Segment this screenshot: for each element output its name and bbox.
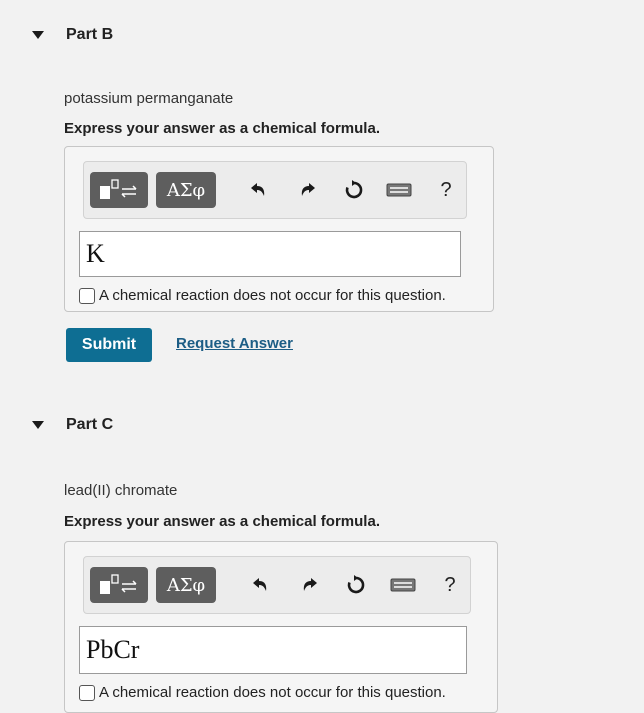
redo-button[interactable] — [294, 176, 322, 204]
part-c-answer-box: ΑΣφ ? PbCr A chemical reaction does not … — [64, 541, 498, 713]
part-b-instruction: Express your answer as a chemical formul… — [64, 120, 380, 137]
part-b-formula-input[interactable]: K — [79, 231, 461, 277]
caret-down-icon[interactable] — [32, 31, 44, 39]
reset-button[interactable] — [340, 176, 368, 204]
part-b-toolbar: ΑΣφ ? — [83, 161, 467, 219]
part-c-title: Part C — [66, 416, 114, 433]
request-answer-link[interactable]: Request Answer — [176, 335, 293, 352]
help-button[interactable]: ? — [432, 176, 460, 204]
part-c-toolbar: ΑΣφ ? — [83, 556, 471, 614]
undo-button[interactable] — [246, 571, 274, 599]
part-b-no-reaction-option[interactable]: A chemical reaction does not occur for t… — [79, 287, 446, 304]
greek-symbols-button[interactable]: ΑΣφ — [156, 567, 216, 603]
greek-symbols-label: ΑΣφ — [166, 574, 206, 596]
keyboard-icon — [390, 578, 416, 592]
reset-icon — [347, 575, 365, 594]
caret-down-icon[interactable] — [32, 421, 44, 429]
help-button[interactable]: ? — [436, 571, 464, 599]
undo-icon — [251, 183, 265, 196]
keyboard-button[interactable] — [384, 176, 414, 204]
part-b-formula-value: K — [86, 239, 105, 268]
part-c-instruction: Express your answer as a chemical formul… — [64, 513, 380, 530]
templates-icon — [100, 179, 137, 199]
templates-icon — [100, 574, 137, 594]
no-reaction-label: A chemical reaction does not occur for t… — [99, 287, 446, 304]
part-b-header[interactable]: Part B — [32, 26, 113, 44]
templates-button[interactable] — [90, 172, 148, 208]
no-reaction-checkbox[interactable] — [79, 287, 95, 304]
part-b-compound: potassium permanganate — [64, 90, 234, 107]
no-reaction-label: A chemical reaction does not occur for t… — [99, 684, 446, 701]
no-reaction-checkbox[interactable] — [79, 684, 95, 701]
redo-button[interactable] — [296, 571, 324, 599]
part-b-title: Part B — [66, 26, 114, 43]
help-icon: ? — [440, 178, 452, 201]
part-b-answer-box: ΑΣφ ? K A chemical reaction does not occ… — [64, 146, 494, 312]
templates-button[interactable] — [90, 567, 148, 603]
greek-symbols-label: ΑΣφ — [166, 179, 206, 201]
part-c-no-reaction-option[interactable]: A chemical reaction does not occur for t… — [79, 684, 446, 701]
submit-button[interactable]: Submit — [66, 328, 152, 362]
reset-button[interactable] — [342, 571, 370, 599]
undo-button[interactable] — [244, 176, 272, 204]
part-c-formula-input[interactable]: PbCr — [79, 626, 467, 674]
undo-icon — [253, 578, 267, 591]
redo-icon — [303, 578, 317, 591]
greek-symbols-button[interactable]: ΑΣφ — [156, 172, 216, 208]
part-c-header[interactable]: Part C — [32, 416, 113, 434]
reset-icon — [345, 180, 363, 199]
keyboard-icon — [386, 183, 412, 197]
help-icon: ? — [444, 573, 456, 596]
redo-icon — [301, 183, 315, 196]
part-c-formula-value: PbCr — [86, 635, 140, 664]
part-c-compound: lead(II) chromate — [64, 482, 178, 499]
keyboard-button[interactable] — [388, 571, 418, 599]
